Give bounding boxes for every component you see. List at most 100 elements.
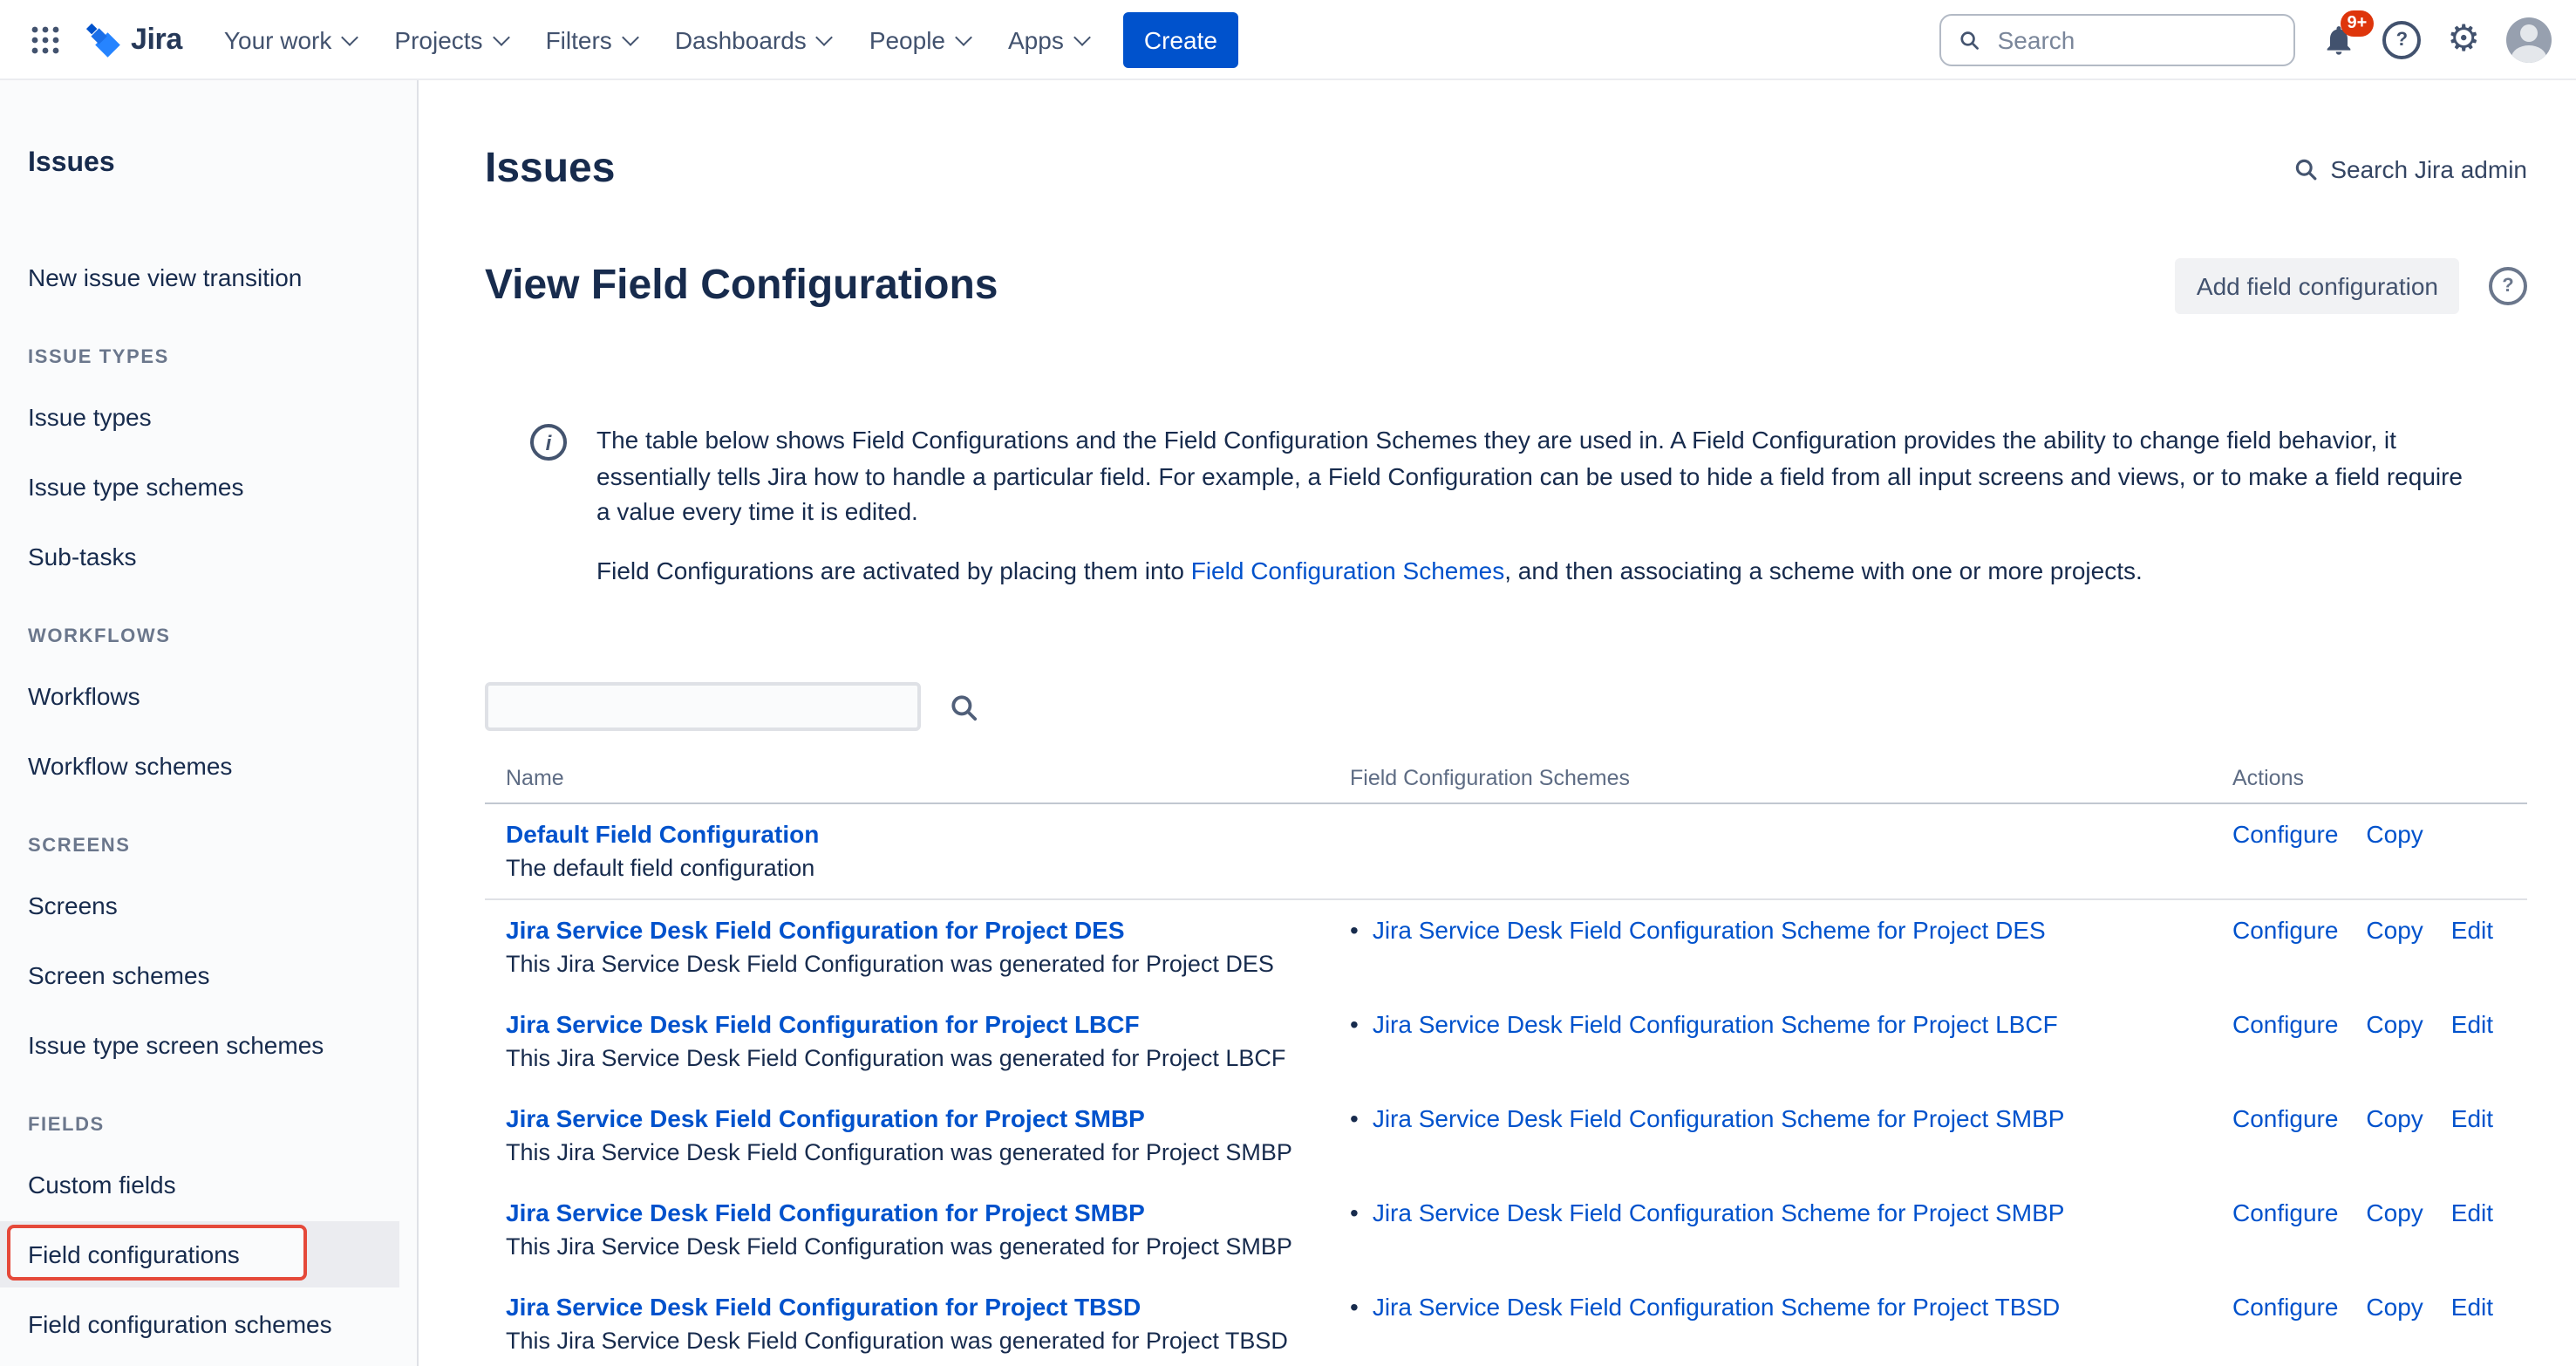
sidebar-sections: ISSUE TYPES Issue types Issue type schemes… [0,345,417,1357]
chevron-down-icon [1073,28,1091,45]
notifications-button[interactable]: 9+ [2321,22,2356,57]
field-configuration-link[interactable]: Jira Service Desk Field Configuration fo… [506,1291,1141,1324]
sidebar-item-label: Workflow schemes [28,752,232,780]
sidebar-item-issue-type-screen-schemes[interactable]: Issue type screen schemes [0,1012,399,1078]
filter-search-icon[interactable] [949,692,978,721]
copy-action-link[interactable]: Copy [2366,916,2423,944]
chevron-down-icon [955,28,972,45]
sidebar-item-custom-fields[interactable]: Custom fields [0,1151,399,1218]
settings-button[interactable]: ⚙ [2447,21,2480,58]
table-row: Jira Service Desk Field Configuration fo… [485,994,2527,1089]
edit-action-link[interactable]: Edit [2451,1104,2493,1132]
field-configuration-link[interactable]: Jira Service Desk Field Configuration fo… [506,1103,1145,1136]
scheme-link[interactable]: Jira Service Desk Field Configuration Sc… [1373,1197,2065,1230]
edit-action-link[interactable]: Edit [2451,916,2493,944]
sidebar-title: Issues [0,147,417,181]
sidebar-item-label: Issue type schemes [28,473,243,501]
field-configuration-link[interactable]: Jira Service Desk Field Configuration fo… [506,1008,1140,1042]
global-search-input[interactable] [1994,24,2277,55]
bullet-icon: • [1350,914,1359,947]
add-field-configuration-button[interactable]: Add field configuration [2176,258,2459,314]
nav-item-dashboards[interactable]: Dashboards [658,13,848,65]
bullet-icon: • [1350,1197,1359,1230]
sidebar-item-screen-schemes[interactable]: Screen schemes [0,942,399,1008]
scheme-link[interactable]: Jira Service Desk Field Configuration Sc… [1373,914,2046,947]
app-switcher-icon [30,24,61,55]
sidebar-item-label: Screen schemes [28,961,210,989]
configure-action-link[interactable]: Configure [2232,1104,2338,1132]
edit-action-link[interactable]: Edit [2451,1010,2493,1038]
sidebar-item-new-issue-view-transition[interactable]: New issue view transition [0,244,399,311]
edit-action-link[interactable]: Edit [2451,1293,2493,1321]
section-actions: Add field configuration ? [2176,258,2527,314]
help-button[interactable]: ? [2382,20,2421,58]
sidebar-item-label: Issue types [28,403,152,431]
app-switcher-button[interactable] [17,11,73,67]
filter-search-input[interactable] [485,682,921,731]
configure-action-link[interactable]: Configure [2232,1010,2338,1038]
column-header-actions: Actions [2211,755,2527,803]
sidebar-section-heading-issue-types: ISSUE TYPES [0,345,417,370]
sidebar-item-field-configurations[interactable]: Field configurations [0,1221,399,1287]
sidebar-item-field-configuration-schemes[interactable]: Field configuration schemes [0,1291,399,1357]
scheme-link[interactable]: Jira Service Desk Field Configuration Sc… [1373,1291,2060,1324]
nav-item-projects[interactable]: Projects [377,13,524,65]
nav-item-label: Apps [1008,25,1064,53]
sidebar-item-label: Field configuration schemes [28,1310,332,1338]
sidebar-item-workflow-schemes[interactable]: Workflow schemes [0,733,399,799]
search-jira-admin-link[interactable]: Search Jira admin [2293,155,2527,183]
field-configuration-description: This Jira Service Desk Field Configurati… [506,949,1308,980]
nav-item-label: People [869,25,945,53]
create-button[interactable]: Create [1123,11,1238,67]
edit-action-link[interactable]: Edit [2451,1199,2493,1226]
scheme-link[interactable]: Jira Service Desk Field Configuration Sc… [1373,1103,2065,1136]
copy-action-link[interactable]: Copy [2366,820,2423,848]
field-configuration-schemes-link[interactable]: Field Configuration Schemes [1191,556,1505,584]
section-header: View Field Configurations Add field conf… [485,258,2527,314]
configure-action-link[interactable]: Configure [2232,1293,2338,1321]
sidebar-item-workflows[interactable]: Workflows [0,663,399,729]
chevron-down-icon [816,28,834,45]
info-paragraph-2: Field Configurations are activated by pl… [596,552,2471,588]
info-message: i The table below shows Field Configurat… [485,422,2527,588]
nav-item-label: Your work [224,25,332,53]
field-configuration-link[interactable]: Default Field Configuration [506,818,819,851]
nav-item-label: Projects [394,25,482,53]
info-text: The table below shows Field Configuratio… [596,422,2471,588]
sidebar-item-label: New issue view transition [28,263,302,291]
admin-sidebar: Issues New issue view transition ISSUE T… [0,80,419,1366]
sidebar-item-label: Screens [28,891,118,919]
page-help-icon[interactable]: ? [2489,267,2527,305]
field-config-table-body: Default Field ConfigurationThe default f… [485,803,2527,1366]
copy-action-link[interactable]: Copy [2366,1010,2423,1038]
field-configuration-description: This Jira Service Desk Field Configurati… [506,1043,1308,1075]
field-configuration-link[interactable]: Jira Service Desk Field Configuration fo… [506,1197,1145,1230]
scheme-link[interactable]: Jira Service Desk Field Configuration Sc… [1373,1008,2058,1042]
application-window: Jira Your work Projects Filters Dashboards P… [0,0,2576,1366]
sidebar-item-screens[interactable]: Screens [0,872,399,939]
nav-item-your-work[interactable]: Your work [207,13,374,65]
sidebar-item-issue-types[interactable]: Issue types [0,384,399,450]
table-row: Default Field ConfigurationThe default f… [485,803,2527,899]
nav-item-label: Dashboards [675,25,807,53]
nav-item-filters[interactable]: Filters [528,13,654,65]
sidebar-item-issue-type-schemes[interactable]: Issue type schemes [0,454,399,520]
configure-action-link[interactable]: Configure [2232,820,2338,848]
nav-right-cluster: 9+ ? ⚙ [1939,13,2552,65]
configure-action-link[interactable]: Configure [2232,916,2338,944]
field-configuration-link[interactable]: Jira Service Desk Field Configuration fo… [506,914,1125,947]
copy-action-link[interactable]: Copy [2366,1104,2423,1132]
info-icon: i [530,424,567,461]
nav-item-people[interactable]: People [852,13,987,65]
top-navigation-bar: Jira Your work Projects Filters Dashboards P… [0,0,2576,80]
nav-item-apps[interactable]: Apps [991,13,1106,65]
copy-action-link[interactable]: Copy [2366,1293,2423,1321]
configure-action-link[interactable]: Configure [2232,1199,2338,1226]
table-row: Jira Service Desk Field Configuration fo… [485,899,2527,994]
jira-logo[interactable]: Jira [84,20,182,58]
global-search[interactable] [1939,13,2295,65]
avatar[interactable] [2506,17,2552,62]
sidebar-item-sub-tasks[interactable]: Sub-tasks [0,523,399,590]
sidebar-section-heading-workflows: WORKFLOWS [0,625,417,649]
copy-action-link[interactable]: Copy [2366,1199,2423,1226]
